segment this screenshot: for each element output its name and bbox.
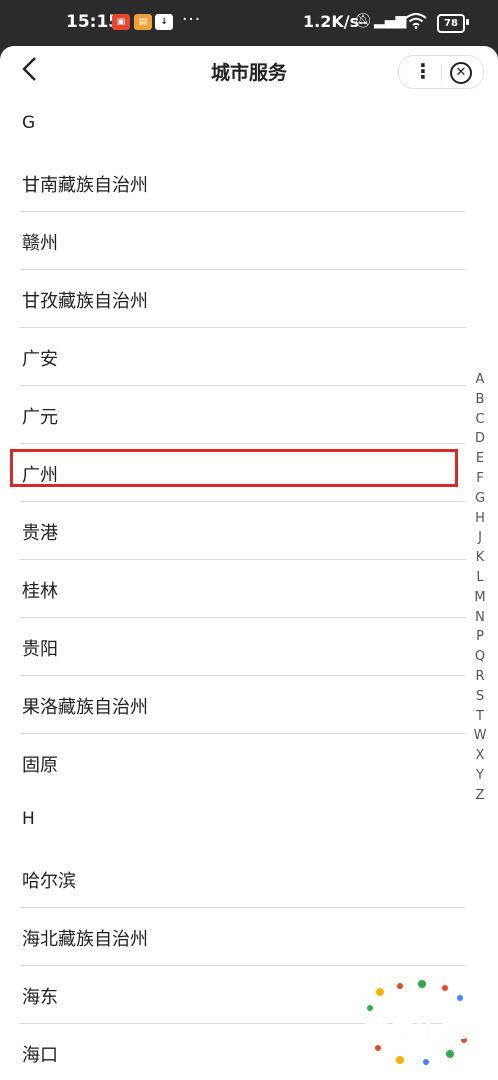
- section-header: G: [20, 96, 466, 154]
- index-letter[interactable]: Y: [470, 766, 490, 786]
- battery-tip: [466, 19, 469, 25]
- capsule-divider: [441, 64, 442, 81]
- index-letter[interactable]: J: [470, 528, 490, 548]
- close-circle-icon[interactable]: ✕: [450, 62, 472, 84]
- network-speed: 1.2K/s: [303, 12, 360, 31]
- watermark-logo: 宜 美 生 活: [360, 978, 472, 1070]
- city-list-item[interactable]: 贵港: [20, 502, 466, 560]
- svg-text:活: 活: [442, 1013, 467, 1042]
- city-name: 果洛藏族自治州: [22, 697, 148, 718]
- city-list-item[interactable]: 甘南藏族自治州: [20, 154, 466, 212]
- city-list-item[interactable]: 广安: [20, 328, 466, 386]
- section-header: H: [20, 792, 466, 850]
- hd-signal-icon: ▂▄▆: [374, 13, 407, 29]
- city-name: 贵阳: [22, 639, 58, 660]
- svg-text:宜: 宜: [364, 1013, 389, 1042]
- index-letter[interactable]: C: [470, 410, 490, 430]
- index-letter[interactable]: K: [470, 548, 490, 568]
- city-list-item[interactable]: 赣州: [20, 212, 466, 270]
- city-name: 广元: [22, 407, 58, 428]
- section-letter: G: [22, 113, 36, 133]
- index-letter[interactable]: T: [470, 707, 490, 727]
- index-letter[interactable]: B: [470, 390, 490, 410]
- city-list-item[interactable]: 甘孜藏族自治州: [20, 270, 466, 328]
- index-letter[interactable]: Q: [470, 647, 490, 667]
- svg-text:美: 美: [390, 1013, 415, 1042]
- section-letter: H: [22, 809, 35, 829]
- index-letter[interactable]: E: [470, 449, 490, 469]
- index-letter[interactable]: X: [470, 746, 490, 766]
- city-name: 赣州: [22, 233, 58, 254]
- city-name: 海北藏族自治州: [22, 929, 148, 950]
- city-name: 桂林: [22, 581, 58, 602]
- index-letter[interactable]: M: [470, 588, 490, 608]
- index-letter[interactable]: Z: [470, 786, 490, 806]
- city-name: 固原: [22, 755, 58, 776]
- city-service-sheet: 城市服务 ⋮ ✕ G 甘南藏族自治州 赣州 甘孜藏族自治州 广安 广元 广州 贵港 桂林 贵阳 果洛…: [0, 46, 498, 1080]
- index-letter[interactable]: A: [470, 370, 490, 390]
- index-letter[interactable]: S: [470, 687, 490, 707]
- index-letter[interactable]: W: [470, 726, 490, 746]
- city-list: G 甘南藏族自治州 赣州 甘孜藏族自治州 广安 广元 广州 贵港 桂林 贵阳 果洛藏族自治州 固原 H 哈…: [0, 96, 498, 1080]
- index-letter[interactable]: P: [470, 627, 490, 647]
- nav-header: 城市服务 ⋮ ✕: [0, 46, 498, 96]
- mute-icon: 🔕︎: [354, 13, 372, 29]
- city-list-item[interactable]: 广元: [20, 386, 466, 444]
- index-letter[interactable]: G: [470, 489, 490, 509]
- city-name: 哈尔滨: [22, 871, 76, 892]
- index-letter[interactable]: H: [470, 509, 490, 529]
- city-name: 贵港: [22, 523, 58, 544]
- index-letter[interactable]: R: [470, 667, 490, 687]
- city-name: 海东: [22, 987, 58, 1008]
- city-list-item[interactable]: 哈尔滨: [20, 850, 466, 908]
- more-vertical-icon[interactable]: ⋮: [413, 60, 433, 82]
- city-list-item[interactable]: 果洛藏族自治州: [20, 676, 466, 734]
- city-name: 甘孜藏族自治州: [22, 291, 148, 312]
- highlight-box: [10, 449, 458, 487]
- alphabet-index: ABCDEFGHJKLMNPQRSTWXYZ: [470, 370, 490, 806]
- city-name: 广安: [22, 349, 58, 370]
- app-icon: ▤: [134, 14, 152, 30]
- city-name: 甘南藏族自治州: [22, 175, 148, 196]
- index-letter[interactable]: N: [470, 608, 490, 628]
- index-letter[interactable]: D: [470, 429, 490, 449]
- battery-icon: 78: [437, 14, 465, 33]
- download-icon: ↓: [155, 14, 173, 30]
- city-list-item[interactable]: 固原: [20, 734, 466, 792]
- wifi-icon: [405, 13, 427, 33]
- city-list-item[interactable]: 桂林: [20, 560, 466, 618]
- menu-capsule: ⋮ ✕: [398, 55, 484, 89]
- index-letter[interactable]: F: [470, 469, 490, 489]
- index-letter[interactable]: L: [470, 568, 490, 588]
- city-list-item[interactable]: 海北藏族自治州: [20, 908, 466, 966]
- svg-text:生: 生: [416, 1013, 441, 1042]
- city-name: 海口: [22, 1045, 58, 1066]
- city-list-item[interactable]: 贵阳: [20, 618, 466, 676]
- more-notifications-icon: ···: [182, 10, 202, 30]
- app-badge-icon: ▣: [112, 14, 130, 30]
- status-bar: 15:15 ▣ ▤ ↓ ··· 1.2K/s 🔕︎ ▂▄▆ 78: [0, 0, 498, 46]
